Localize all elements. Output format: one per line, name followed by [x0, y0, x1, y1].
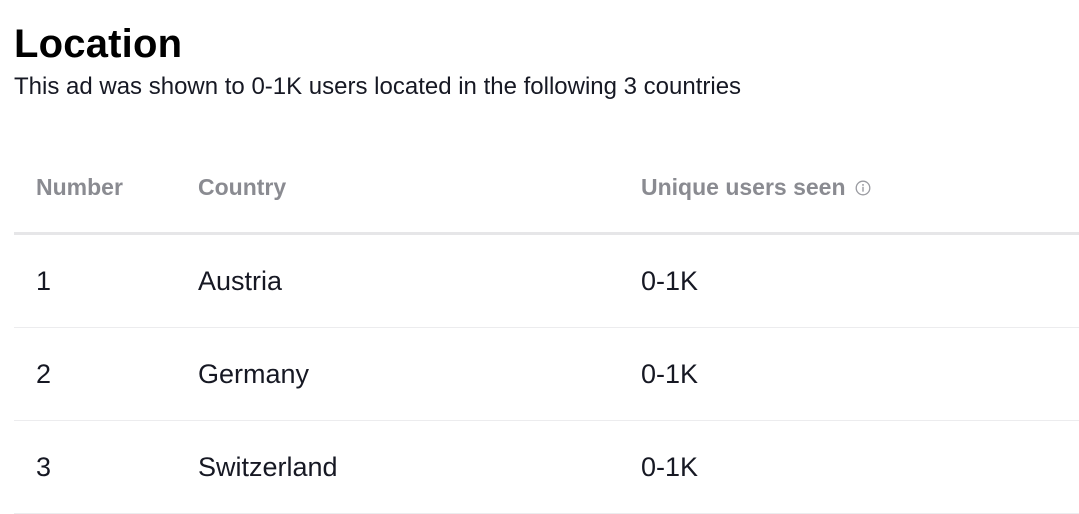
row-unique-users: 0-1K: [641, 451, 699, 482]
row-country: Switzerland: [198, 451, 338, 482]
header-number: Number: [36, 173, 123, 200]
info-icon[interactable]: [855, 180, 871, 196]
table-row: 1 Austria 0-1K: [14, 235, 1079, 328]
table-row: 3 Switzerland 0-1K: [14, 421, 1079, 514]
section-title: Location: [14, 22, 183, 66]
row-number: 1: [36, 265, 52, 296]
row-unique-users: 0-1K: [641, 358, 699, 389]
table-row: 2 Germany 0-1K: [14, 328, 1079, 421]
row-country: Austria: [198, 265, 283, 296]
location-table: Number Country Unique users seen 1 Austr…: [14, 142, 1079, 514]
header-unique-users: Unique users seen: [641, 142, 871, 232]
row-number: 3: [36, 451, 52, 482]
row-number: 2: [36, 358, 52, 389]
header-country: Country: [198, 173, 287, 200]
header-unique-users-label: Unique users seen: [641, 173, 846, 200]
table-header-row: Number Country Unique users seen: [14, 142, 1079, 235]
row-country: Germany: [198, 358, 310, 389]
section-subtitle: This ad was shown to 0-1K users located …: [14, 73, 742, 100]
row-unique-users: 0-1K: [641, 265, 699, 296]
